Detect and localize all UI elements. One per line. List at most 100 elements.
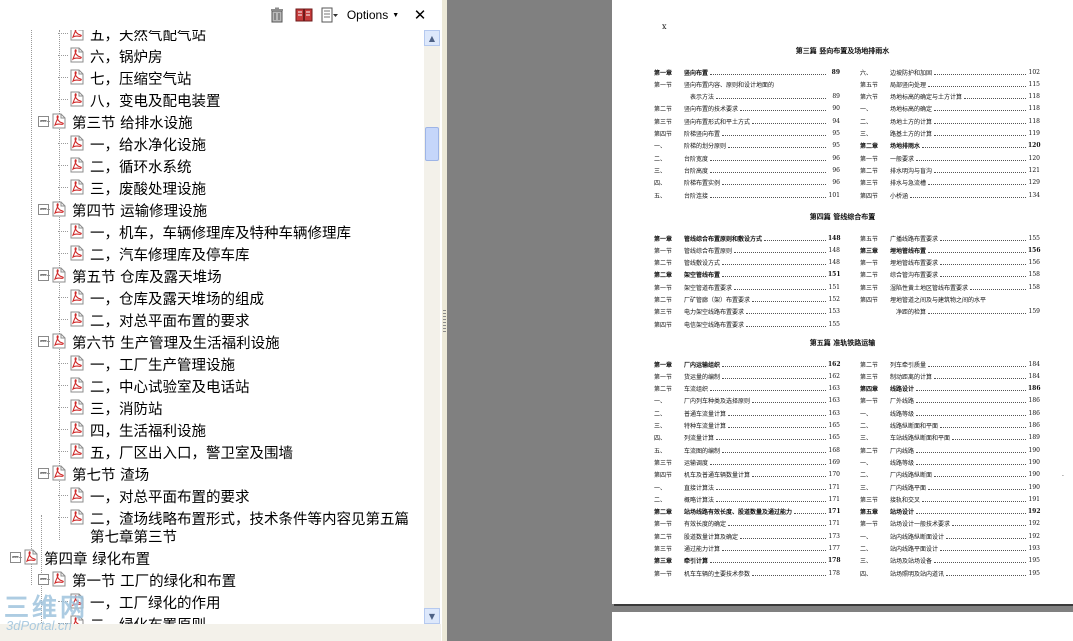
toc-entry: 第二节 管线敷设方式 148: [654, 259, 840, 267]
bookmark-item[interactable]: 四，生活福利设施: [0, 418, 424, 440]
bookmark-item[interactable]: 二，渣场线略布置形式，技术条件等内容见第五篇 第七章第三节: [0, 506, 424, 550]
book-icon[interactable]: [294, 6, 314, 24]
toc-entry-number: 第一节: [654, 81, 673, 89]
toc-entry-page: 184: [1028, 372, 1040, 380]
scroll-thumb[interactable]: [425, 127, 439, 161]
bookmark-item[interactable]: 五，天然气配气站: [0, 30, 424, 44]
toc-entry-title: 场地标高的确定: [890, 106, 933, 114]
bookmark-label: 二，对总平面布置的要求: [90, 314, 250, 330]
toc-entry-title: 制动距离的计算: [890, 373, 933, 381]
toc-entry-number: 第二章: [860, 143, 879, 151]
bookmark-label: 二，汽车修理库及停车库: [90, 248, 250, 264]
toc-entry-page: 190: [1028, 458, 1040, 466]
bookmark-section[interactable]: − 第五节 仓库及露天堆场: [0, 264, 424, 286]
bookmark-section[interactable]: − 第四节 运输修理设施: [0, 198, 424, 220]
vertical-scrollbar[interactable]: ▲ ▼: [424, 30, 440, 624]
bookmark-item[interactable]: 二，循环水系统: [0, 154, 424, 176]
toc-entry: 第二节 排水明沟与盲沟 121: [860, 166, 1040, 175]
document-view[interactable]: x 第三篇 竖向布置及场地排雨水 第一章 竖向布置 89 第一节 竖向布置内容、原则和设计…: [447, 0, 1073, 641]
page-mark: x: [662, 22, 667, 31]
toc-entry-title: 站场照明及站内道讯: [890, 570, 945, 578]
toc-entry: 二、 台阶宽度 96: [654, 154, 840, 163]
leader-dots: [916, 411, 1026, 416]
toc-entry-title: 小桥涵: [890, 192, 909, 200]
scroll-up-icon[interactable]: ▲: [424, 30, 440, 46]
leader-dots: [934, 168, 1026, 173]
document-menu-icon[interactable]: [320, 6, 340, 24]
pdf-bookmark-icon: [70, 223, 84, 239]
bookmark-label: 第七节 渣场: [72, 468, 150, 484]
bookmark-item[interactable]: 二，中心试验室及电话站: [0, 374, 424, 396]
toc-entry: 一、 线路等级 190: [860, 458, 1040, 467]
bookmark-section[interactable]: − 第四章 绿化布置: [0, 546, 424, 568]
pdf-bookmark-icon: [70, 135, 84, 151]
toc-entry-number: 四、: [654, 435, 667, 443]
bookmark-item[interactable]: 一，给水净化设施: [0, 132, 424, 154]
toc-entry-number: 第二节: [860, 447, 879, 455]
toc-entry: 第二节 车流组织 163: [654, 385, 840, 393]
toc-entry: 表示方法 89: [654, 93, 840, 101]
bookmark-item[interactable]: 六，锅炉房: [0, 44, 424, 66]
toc-entry: 第四节 阶梯竖向布置 95: [654, 130, 840, 138]
trash-icon[interactable]: [268, 6, 286, 24]
bookmarks-toolbar: Options ▼ ✕: [0, 0, 441, 30]
toc-entry-number: 第三节: [654, 309, 673, 317]
leader-dots: [922, 143, 1026, 149]
bookmark-item[interactable]: 二，对总平面布置的要求: [0, 308, 424, 330]
toc-entry: 二、 站内线路平面设计 193: [860, 545, 1040, 553]
bookmark-item[interactable]: 三，消防站: [0, 396, 424, 418]
leader-dots: [710, 70, 826, 75]
bookmark-item[interactable]: 一，机车，车辆修理库及特种车辆修理库: [0, 220, 424, 242]
toc-entry-page: 89: [831, 68, 840, 76]
options-menu-button[interactable]: Options ▼: [345, 6, 401, 24]
leader-dots: [722, 362, 826, 367]
toc-entry-number: 三、: [860, 131, 873, 138]
toc-entry: 第三章 埋地管线布置 156: [860, 246, 1041, 255]
leader-dots: [722, 374, 826, 379]
bookmark-item[interactable]: 一，工厂生产管理设施: [0, 352, 424, 374]
bookmark-label: 三，废酸处理设施: [90, 182, 206, 198]
splitter-grip[interactable]: [443, 310, 446, 332]
toc-entry-title: 线路设计: [890, 386, 915, 394]
leader-dots: [728, 423, 826, 428]
bookmarks-panel: Options ▼ ✕ 五，天然气配气站 六，锅炉房七，压缩空气站 八，变电及配电装…: [0, 0, 442, 641]
tree-connector: [58, 363, 68, 364]
leader-dots: [916, 460, 1026, 465]
bookmark-item[interactable]: 三，废酸处理设施: [0, 176, 424, 198]
bookmark-label: 七，压缩空气站: [90, 72, 192, 88]
tree-connector: [58, 385, 68, 386]
toc-entry-title: 牵引计算: [684, 558, 709, 566]
bookmark-section[interactable]: − 第一节 工厂的绿化和布置: [0, 568, 424, 590]
pdf-bookmark-icon: [70, 289, 84, 305]
bookmark-section[interactable]: − 第三节 给排水设施: [0, 110, 424, 132]
toc-entry-number: 五、: [654, 192, 667, 200]
leader-dots: [794, 509, 826, 515]
bookmark-item[interactable]: 一，对总平面布置的要求: [0, 484, 424, 506]
toc-entry-number: 第三节: [860, 373, 879, 381]
toc-entry-page: 148: [828, 246, 840, 254]
pdf-bookmark-icon: [52, 267, 66, 283]
bookmark-item[interactable]: 二，汽车修理库及停车库: [0, 242, 424, 264]
leader-dots: [740, 106, 826, 112]
bookmark-label: 一，工厂生产管理设施: [90, 358, 235, 374]
close-icon[interactable]: ✕: [412, 6, 428, 24]
bookmark-item[interactable]: 一，仓库及露天堆场的组成: [0, 286, 424, 308]
leader-dots: [928, 362, 1026, 367]
toc-entry-title: 直接计算法: [684, 484, 715, 492]
bookmark-item[interactable]: 七，压缩空气站: [0, 66, 424, 88]
toc-entry-page: 171: [828, 520, 840, 528]
toc-entry-title: 列流量计算: [684, 435, 715, 443]
bookmark-item[interactable]: 五，厂区出入口，警卫室及围墙: [0, 440, 424, 462]
toc-entry-title: 车流图的编制: [684, 447, 721, 455]
bookmark-section[interactable]: − 第六节 生产管理及生活福利设施: [0, 330, 424, 352]
toc-entry-title: 厂内运输组织: [684, 361, 721, 369]
toc-entry-page: 151: [828, 283, 840, 291]
tree-connector: [40, 473, 50, 474]
toc-entry-number: 第五节: [860, 235, 879, 243]
bookmark-item[interactable]: 八，变电及配电装置: [0, 88, 424, 110]
tree-connector: [58, 407, 68, 408]
bookmark-section[interactable]: − 第七节 渣场: [0, 462, 424, 484]
toc-entry-title: 湿陷性黄土地区管线布置要求: [890, 284, 969, 292]
bookmark-label: 第四节 运输修理设施: [72, 204, 208, 220]
scroll-down-icon[interactable]: ▼: [424, 608, 440, 624]
